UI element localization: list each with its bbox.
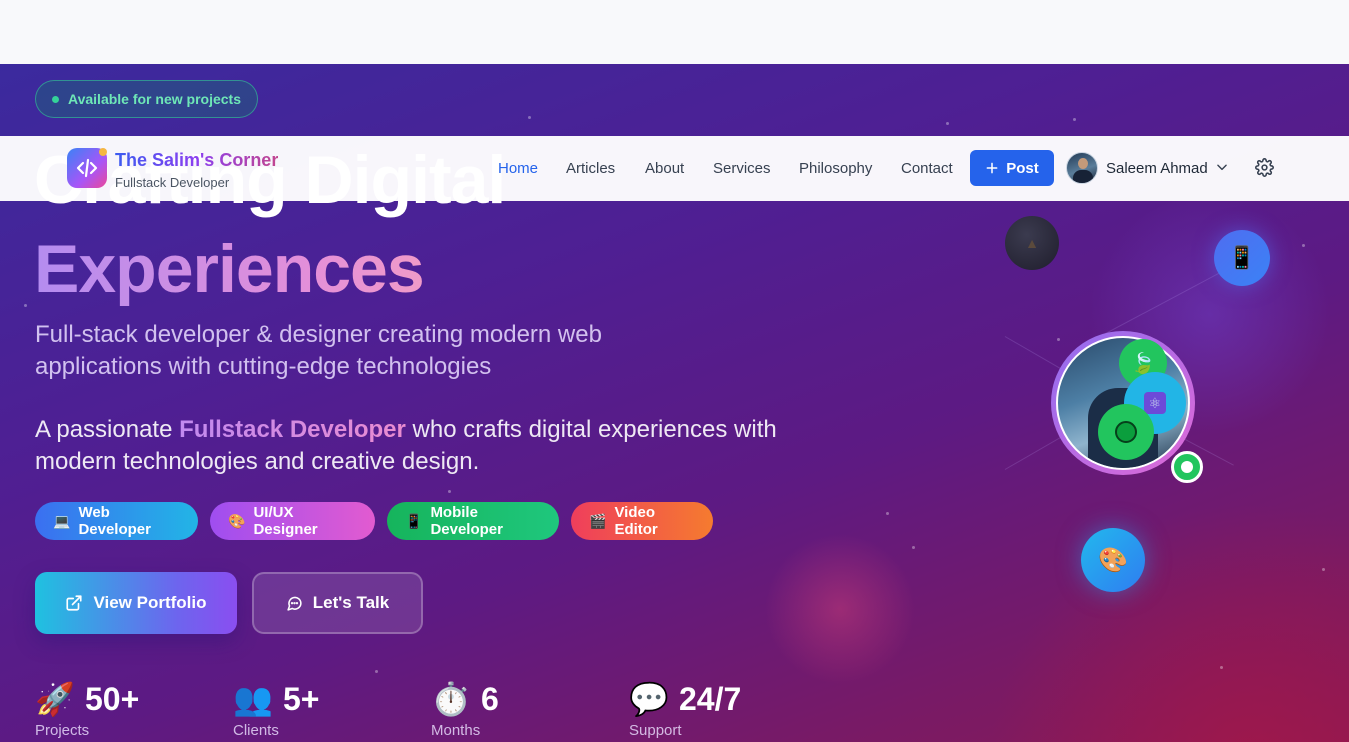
- dark-orb-icon: ▲: [1005, 216, 1059, 270]
- star-decoration: [912, 546, 915, 549]
- stat-label: Clients: [233, 722, 279, 739]
- star-decoration: [1073, 118, 1076, 121]
- gear-icon[interactable]: [1255, 158, 1274, 177]
- stat-clients: 👥 5+ Clients: [233, 680, 320, 740]
- plus-icon: [986, 162, 998, 174]
- star-decoration: [886, 512, 889, 515]
- palette-icon: 🎨: [1081, 528, 1145, 592]
- star-decoration: [1302, 244, 1305, 247]
- post-label: Post: [1006, 159, 1039, 177]
- rocket-icon: 🚀: [35, 681, 75, 717]
- spark-icon: [99, 148, 107, 156]
- view-portfolio-button[interactable]: View Portfolio: [35, 572, 237, 634]
- role-chip-ui-ux-designer[interactable]: 🎨 UI/UX Designer: [210, 502, 375, 540]
- stat-label: Projects: [35, 722, 90, 739]
- nav-articles[interactable]: Articles: [566, 160, 615, 177]
- external-link-icon: [66, 595, 83, 611]
- star-decoration: [24, 304, 27, 307]
- stat-label: Support: [629, 722, 682, 739]
- status-dot-icon: [52, 95, 59, 103]
- green-circle-icon: [1098, 404, 1154, 460]
- nav-contact[interactable]: Contact: [901, 160, 953, 177]
- hero-subtitle: Full-stack developer & designer creating…: [35, 321, 602, 380]
- navbar: The Salim's Corner Fullstack Developer H…: [0, 136, 1349, 201]
- nav-about[interactable]: About: [645, 160, 684, 177]
- nav-philosophy[interactable]: Philosophy: [799, 160, 872, 177]
- description-highlight: Fullstack Developer: [179, 416, 406, 443]
- stat-support: 💬 24/7 Support: [629, 680, 742, 740]
- user-avatar[interactable]: [1066, 152, 1098, 184]
- nav-home[interactable]: Home: [498, 160, 538, 177]
- lets-talk-label: Let's Talk: [312, 593, 390, 612]
- availability-text: Available for new projects: [68, 91, 241, 107]
- stat-projects: 🚀 50+ Projects: [35, 680, 140, 740]
- hero-description: A passionate Fullstack Developer who cra…: [35, 414, 795, 478]
- clients-icon: 👥: [233, 681, 273, 717]
- user-name[interactable]: Saleem Ahmad: [1106, 160, 1208, 177]
- star-decoration: [448, 490, 451, 493]
- laptop-icon: 💻: [53, 512, 71, 529]
- palette-icon: 🎨: [228, 512, 246, 529]
- online-status-icon: [1171, 451, 1203, 483]
- react-glyph: ⚛: [1144, 392, 1166, 414]
- stat-value: 5+: [283, 680, 320, 717]
- role-chip-web-developer[interactable]: 💻 Web Developer: [35, 502, 198, 540]
- role-label: UI/UX Designer: [253, 504, 318, 538]
- post-button[interactable]: Post: [970, 150, 1054, 186]
- role-chip-video-editor[interactable]: 🎬 Video Editor: [571, 502, 713, 540]
- chevron-down-icon[interactable]: [1215, 160, 1229, 174]
- role-label: Video Editor: [614, 504, 658, 538]
- star-decoration: [375, 670, 378, 673]
- connector-line: [1099, 265, 1233, 337]
- brand-subtitle: Fullstack Developer: [115, 175, 230, 190]
- stat-value: 6: [481, 680, 499, 717]
- star-decoration: [946, 122, 949, 125]
- headline-line-2: Experiences: [34, 231, 425, 307]
- star-decoration: [1220, 666, 1223, 669]
- star-decoration: [1322, 568, 1325, 571]
- view-portfolio-label: View Portfolio: [93, 593, 207, 612]
- chat-bubble-icon: [287, 596, 302, 611]
- role-label: Web Developer: [78, 504, 151, 538]
- description-before: A passionate: [35, 416, 180, 443]
- star-decoration: [528, 116, 531, 119]
- role-label: Mobile Developer: [430, 504, 503, 538]
- nav-services[interactable]: Services: [713, 160, 771, 177]
- stat-value: 50+: [85, 680, 140, 717]
- clapper-icon: 🎬: [589, 512, 607, 529]
- stat-label: Months: [431, 722, 481, 739]
- availability-badge: Available for new projects: [35, 80, 258, 118]
- star-decoration: [1057, 338, 1060, 341]
- tablet-icon: 📱: [1214, 230, 1270, 286]
- chat-icon: 💬: [629, 681, 669, 717]
- brand-name[interactable]: The Salim's Corner: [115, 150, 278, 171]
- stat-months: ⏱️ 6 Months: [431, 680, 499, 740]
- top-strip: [0, 0, 1349, 64]
- role-chip-mobile-developer[interactable]: 📱 Mobile Developer: [387, 502, 559, 540]
- mobile-icon: 📱: [405, 512, 423, 529]
- stopwatch-icon: ⏱️: [431, 681, 471, 717]
- lets-talk-button[interactable]: Let's Talk: [252, 572, 423, 634]
- stat-value: 24/7: [679, 680, 742, 717]
